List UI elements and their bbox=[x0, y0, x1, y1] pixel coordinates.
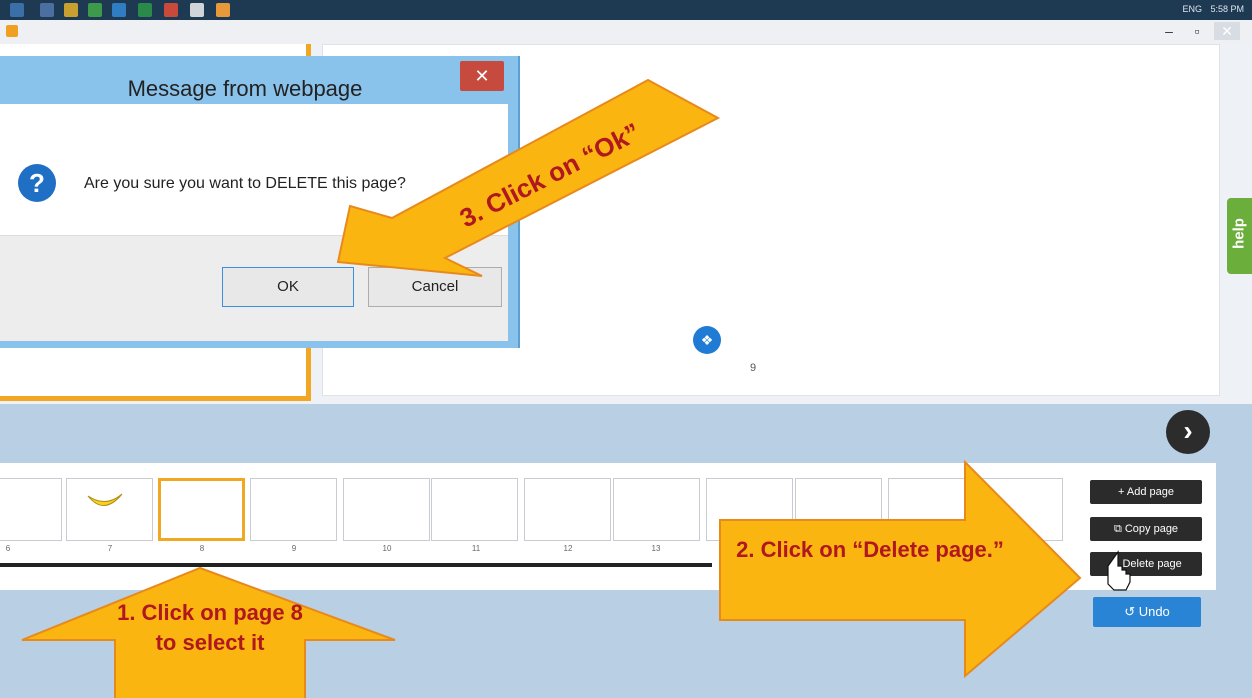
annotation-layer bbox=[21, 78, 1131, 698]
annotation-step2: 2. Click on “Delete page.” bbox=[736, 537, 1004, 562]
cursor-hand-icon bbox=[1107, 550, 1131, 591]
arrow-step2 bbox=[719, 459, 1082, 679]
annotation-step1: 1. Click on page 8 to select it bbox=[117, 600, 303, 655]
